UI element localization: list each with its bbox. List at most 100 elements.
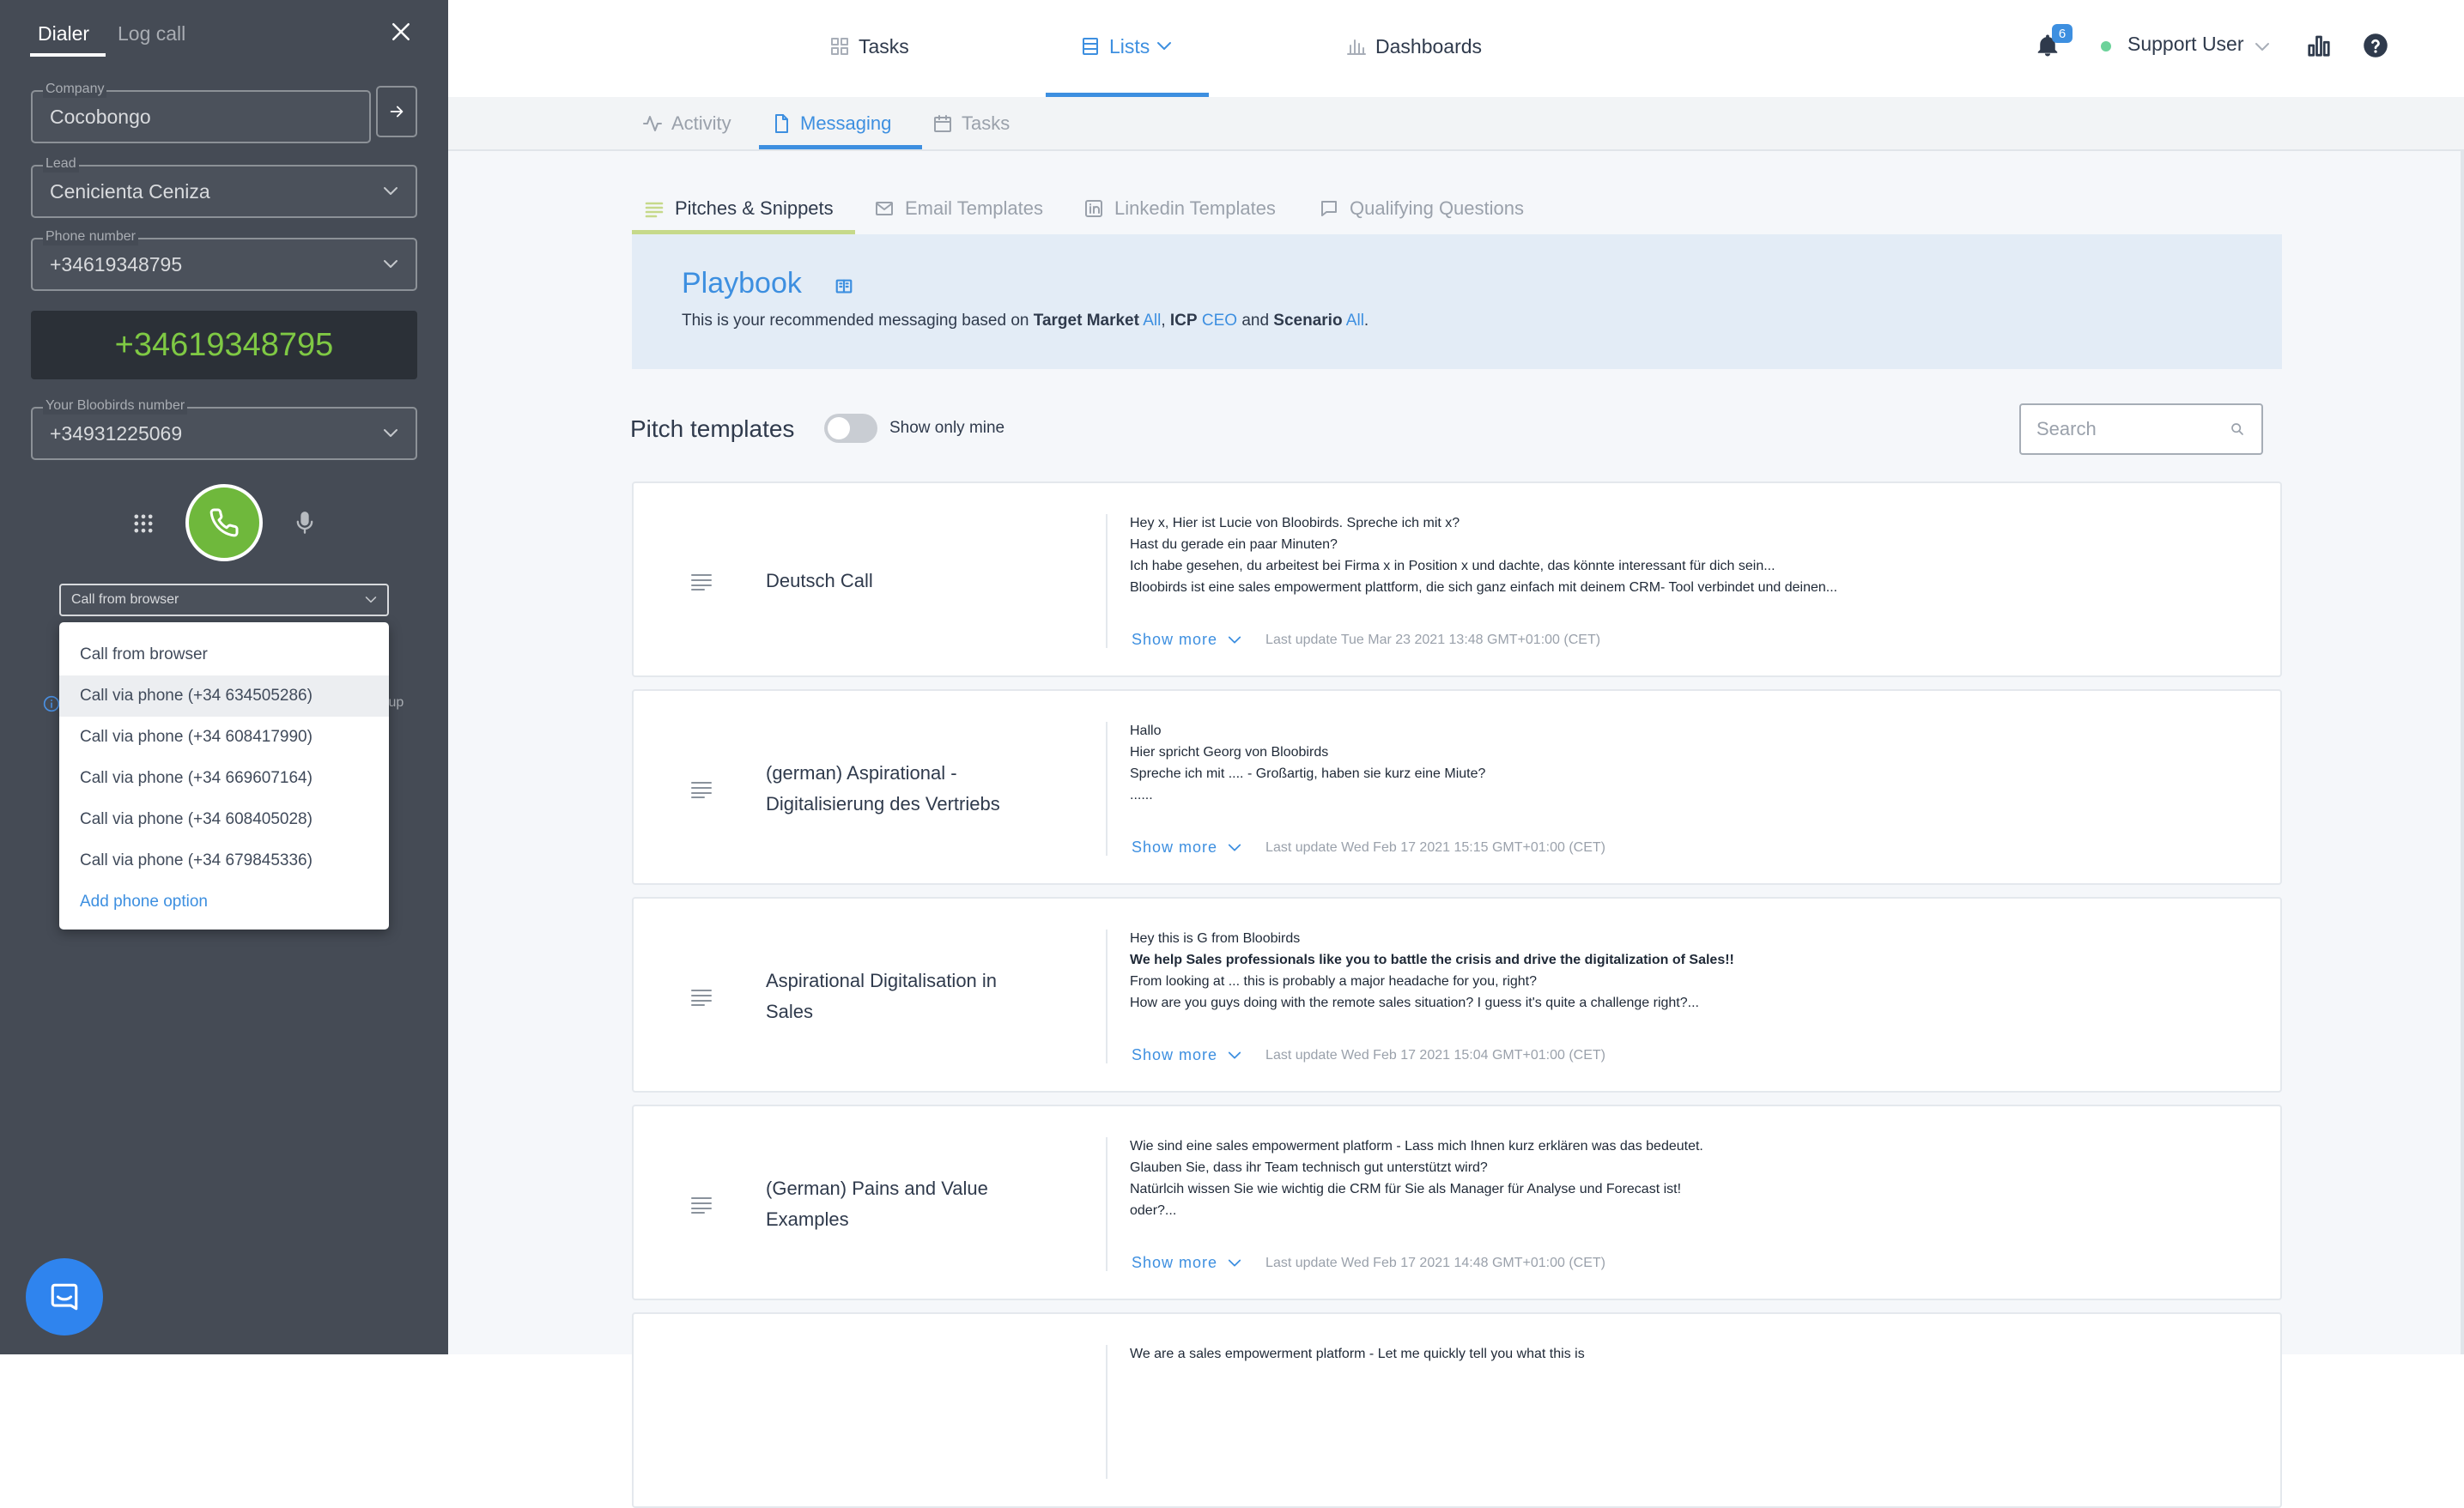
call-button[interactable]	[185, 484, 263, 561]
top-navigation: Tasks Lists Dashboards 6 Support User	[448, 0, 2464, 97]
chevron-down-icon	[365, 597, 377, 603]
search-icon[interactable]	[2230, 422, 2244, 436]
chevron-down-icon	[1228, 844, 1241, 851]
microphone-icon[interactable]	[293, 510, 317, 536]
sub-navigation: Activity Messaging Tasks	[448, 97, 2464, 151]
tab-log-call[interactable]: Log call	[118, 22, 185, 45]
pitch-text-line: Spreche ich mit .... - Großartig, haben …	[1130, 766, 1486, 781]
call-mode-value: Call from browser	[71, 592, 179, 607]
tab-qualifying-label: Qualifying Questions	[1350, 197, 1524, 219]
go-to-company-button[interactable]	[376, 86, 417, 137]
lead-value: Cenicienta Ceniza	[50, 179, 210, 203]
icp-link[interactable]: CEO	[1202, 312, 1237, 330]
call-option[interactable]: Call via phone (+34 608417990)	[59, 717, 389, 758]
grid-icon	[831, 38, 848, 55]
last-update: Last update Tue Mar 23 2021 13:48 GMT+01…	[1265, 632, 1601, 647]
pitch-text-line: Wie sind eine sales empowerment platform…	[1130, 1139, 1703, 1154]
chat-launcher-button[interactable]	[26, 1258, 103, 1335]
show-more-label: Show more	[1132, 1254, 1218, 1271]
search-input[interactable]	[2021, 405, 2261, 453]
show-only-mine-label: Show only mine	[889, 419, 1005, 437]
target-market-link[interactable]: All	[1143, 312, 1161, 330]
show-only-mine-toggle[interactable]	[824, 414, 877, 443]
messaging-content: Pitches & Snippets Email Templates Linke…	[448, 151, 2464, 1508]
tab-linkedin-templates[interactable]: Linkedin Templates	[1083, 194, 1276, 223]
pitch-text-line: Glauben Sie, dass ihr Team technisch gut…	[1130, 1160, 1488, 1175]
phone-number-value: +34619348795	[50, 252, 183, 276]
playbook-description: This is your recommended messaging based…	[682, 312, 1369, 330]
info-icon	[43, 695, 60, 712]
tab-activity-label: Activity	[671, 112, 731, 134]
list-icon	[1083, 38, 1098, 55]
playbook-desc-prefix: This is your recommended messaging based…	[682, 312, 1029, 330]
scenario-link[interactable]: All	[1346, 312, 1364, 330]
tab-email-templates[interactable]: Email Templates	[874, 194, 1043, 223]
add-phone-option-link[interactable]: Add phone option	[59, 881, 389, 923]
divider	[1106, 1345, 1108, 1479]
call-option[interactable]: Call via phone (+34 679845336)	[59, 840, 389, 881]
nav-dashboards[interactable]: Dashboards	[1346, 26, 1482, 67]
stats-icon[interactable]	[2306, 33, 2332, 58]
tab-pitches-snippets[interactable]: Pitches & Snippets	[644, 194, 834, 223]
target-market-label: Target Market	[1033, 312, 1139, 330]
icp-label: ICP	[1169, 312, 1198, 330]
show-more-label: Show more	[1132, 839, 1218, 856]
company-field[interactable]: Company Cocobongo	[31, 81, 371, 143]
active-tab-indicator	[30, 53, 106, 57]
pitch-text-line: Natürlcih wissen Sie wie wichtig die CRM…	[1130, 1182, 1682, 1196]
pitch-card-body: Hallo Hier spricht Georg von Bloobirds S…	[1130, 720, 2246, 815]
tab-tasks[interactable]: Tasks	[932, 111, 1010, 136]
phone-number-select[interactable]: Phone number +34619348795	[31, 228, 417, 291]
book-icon[interactable]	[834, 277, 853, 296]
playbook-banner: Playbook This is your recommended messag…	[632, 234, 2282, 369]
user-menu[interactable]: Support User	[2127, 33, 2244, 56]
scrollbar-track[interactable]	[2461, 151, 2464, 1354]
dialer-panel: Dialer Log call Company Cocobongo Lead C…	[0, 0, 448, 1354]
nav-tasks[interactable]: Tasks	[829, 26, 909, 67]
lead-select[interactable]: Lead Cenicienta Ceniza	[31, 155, 417, 218]
pitch-text-line: Hey x, Hier ist Lucie von Bloobirds. Spr…	[1130, 516, 1460, 530]
bloobirds-number-select[interactable]: Your Bloobirds number +34931225069	[31, 397, 417, 460]
pitch-card[interactable]: (german) Aspirational - Digitalisierung …	[632, 689, 2282, 885]
pitch-card-footer: Show more Last update Wed Feb 17 2021 15…	[1132, 1046, 1605, 1064]
pitch-text-line: From looking at ... this is probably a m…	[1130, 974, 1538, 989]
show-more-button[interactable]: Show more	[1132, 839, 1241, 857]
dialed-number-display: +34619348795	[31, 311, 417, 379]
call-option[interactable]: Call from browser	[59, 634, 389, 675]
text-lines-icon	[691, 990, 712, 1006]
tab-activity[interactable]: Activity	[642, 111, 731, 136]
pitch-card[interactable]: We are a sales empowerment platform - Le…	[632, 1312, 2282, 1508]
close-icon[interactable]	[388, 19, 414, 45]
pitch-templates-title: Pitch templates	[630, 415, 795, 442]
pitch-card[interactable]: Aspirational Digitalisation in Sales Hey…	[632, 897, 2282, 1093]
notification-badge: 6	[2052, 24, 2073, 43]
tab-messaging[interactable]: Messaging	[771, 111, 891, 136]
pitch-text-line: oder?...	[1130, 1203, 1177, 1218]
tab-pitches-label: Pitches & Snippets	[675, 197, 834, 219]
show-more-button[interactable]: Show more	[1132, 1254, 1241, 1272]
chevron-down-icon[interactable]	[2255, 41, 2270, 53]
company-value: Cocobongo	[50, 105, 151, 128]
search-field[interactable]	[2019, 403, 2263, 455]
pitch-card[interactable]: Deutsch Call Hey x, Hier ist Lucie von B…	[632, 481, 2282, 677]
call-option[interactable]: Call via phone (+34 608405028)	[59, 799, 389, 840]
pitch-card-title: (german) Aspirational - Digitalisierung …	[766, 762, 1000, 815]
keypad-icon[interactable]	[131, 512, 155, 536]
arrow-right-icon	[390, 106, 404, 118]
chevron-down-icon	[1228, 636, 1241, 644]
call-option[interactable]: Call via phone (+34 634505286)	[59, 675, 389, 717]
chevron-down-icon	[1157, 42, 1172, 50]
nav-lists[interactable]: Lists	[1080, 26, 1172, 67]
show-more-button[interactable]: Show more	[1132, 1046, 1241, 1064]
help-icon[interactable]	[2363, 33, 2388, 58]
document-icon	[775, 114, 788, 133]
playbook-title: Playbook	[682, 267, 802, 300]
call-mode-select[interactable]: Call from browser	[59, 584, 389, 616]
tab-dialer[interactable]: Dialer	[38, 22, 89, 45]
chevron-down-icon	[384, 187, 398, 195]
show-more-button[interactable]: Show more	[1132, 631, 1241, 649]
call-option[interactable]: Call via phone (+34 669607164)	[59, 758, 389, 799]
tab-qualifying-questions[interactable]: Qualifying Questions	[1319, 194, 1524, 223]
divider	[1106, 722, 1108, 856]
pitch-card[interactable]: (German) Pains and Value Examples Wie si…	[632, 1105, 2282, 1300]
